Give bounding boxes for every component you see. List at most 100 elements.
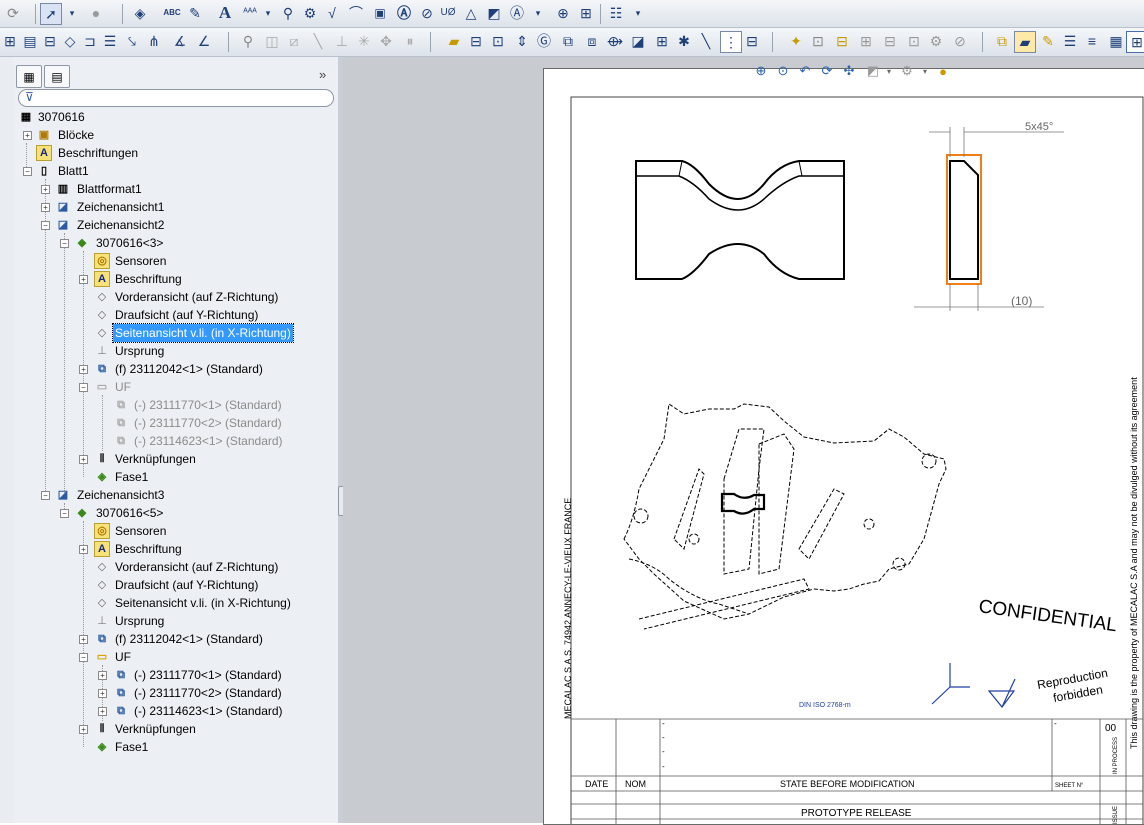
asterisk-icon[interactable]: ✳: [354, 31, 374, 51]
previous-view-icon[interactable]: ↶: [796, 62, 814, 80]
line-icon[interactable]: ╲: [308, 31, 328, 51]
link-icon[interactable]: ⊘: [950, 31, 970, 51]
tree-filter-input[interactable]: ⊽: [18, 89, 334, 107]
revision-symbol-icon[interactable]: △: [461, 3, 481, 23]
hide-edge-icon[interactable]: ▦: [1106, 31, 1126, 51]
expand-icon[interactable]: +: [79, 275, 88, 284]
circle-icon[interactable]: ●: [86, 3, 106, 23]
select-arrow-icon[interactable]: ➚: [40, 3, 62, 25]
expand-icon[interactable]: +: [41, 203, 50, 212]
magnet-icon[interactable]: ⚲: [238, 31, 258, 51]
line-color-icon[interactable]: ✎: [1038, 31, 1058, 51]
line-thickness-icon[interactable]: ☰: [1060, 31, 1080, 51]
expand-icon[interactable]: +: [98, 707, 107, 716]
expand-icon[interactable]: +: [23, 131, 32, 140]
collapse-panel-icon[interactable]: »: [319, 67, 326, 82]
layout-icon[interactable]: ⊞: [856, 31, 876, 51]
expand-icon[interactable]: +: [79, 545, 88, 554]
sheet-format-icon[interactable]: ⊟: [832, 31, 852, 51]
split-icon[interactable]: ⋔: [144, 31, 164, 51]
dropdown-arrow-icon[interactable]: ▾: [916, 62, 934, 80]
expand-icon[interactable]: +: [79, 455, 88, 464]
broken-out-icon[interactable]: ⧉: [558, 31, 578, 51]
side-view[interactable]: [946, 154, 982, 285]
display-style-icon[interactable]: ⚙: [898, 62, 916, 80]
diamond-icon[interactable]: ◇: [60, 31, 80, 51]
drawing-sheet[interactable]: 5x45° (10) MECALAC S.A.S. 74942 ANNECY-L…: [543, 68, 1144, 825]
layer-icon[interactable]: ◫: [262, 31, 282, 51]
balloon-icon[interactable]: ⚲: [278, 3, 298, 23]
layer-properties-icon[interactable]: ⧉: [992, 31, 1012, 51]
color-display-icon[interactable]: ⊞: [1126, 31, 1144, 53]
expand-icon[interactable]: +: [98, 689, 107, 698]
alternate-position-icon[interactable]: ◪: [628, 31, 648, 51]
section-view-icon[interactable]: ⇕: [512, 31, 532, 51]
collapse-icon[interactable]: −: [79, 653, 88, 662]
pause-icon[interactable]: ⏸: [400, 31, 420, 51]
expand-icon[interactable]: +: [98, 671, 107, 680]
break-icon[interactable]: ⧈: [582, 31, 602, 51]
isometric-view[interactable]: [623, 403, 947, 630]
cursor-text-icon[interactable]: ⋮: [720, 31, 742, 53]
front-view[interactable]: [635, 160, 845, 280]
dropdown-arrow-icon[interactable]: ▾: [528, 3, 548, 23]
settings-icon[interactable]: ⚙: [926, 31, 946, 51]
projected-view-icon[interactable]: ⊟: [466, 31, 486, 51]
bracket-icon[interactable]: ⊐: [80, 31, 100, 51]
rotate-icon[interactable]: ⟳: [818, 62, 836, 80]
center-mark-icon[interactable]: ⊕: [553, 3, 573, 23]
expand-icon[interactable]: +: [79, 365, 88, 374]
crop-view-icon[interactable]: ⟴: [605, 31, 625, 51]
new-sheet-icon[interactable]: ✦: [786, 31, 806, 51]
weld-symbol-icon[interactable]: ⌒: [346, 3, 366, 23]
dropdown-arrow-icon[interactable]: ▾: [62, 3, 82, 23]
table-icon[interactable]: ☷: [606, 3, 626, 23]
collapse-icon[interactable]: −: [41, 491, 50, 500]
trim-icon[interactable]: ⤥: [122, 31, 142, 51]
star-icon[interactable]: ✱: [674, 31, 694, 51]
feature-manager-tab[interactable]: ▦: [16, 65, 42, 88]
zoom-to-fit-icon[interactable]: ⊕: [752, 62, 770, 80]
spell-check-icon[interactable]: ABC: [162, 3, 182, 23]
lock-icon[interactable]: ⊟: [880, 31, 900, 51]
pan-icon[interactable]: ✣: [840, 62, 858, 80]
grid-icon[interactable]: ▤: [20, 31, 40, 51]
smart-dimension-icon[interactable]: ◈: [130, 3, 150, 23]
collapse-icon[interactable]: −: [60, 509, 69, 518]
block-icon[interactable]: Ⓐ: [507, 3, 527, 23]
expand-icon[interactable]: +: [41, 185, 50, 194]
area-hatch-icon[interactable]: ◩: [484, 3, 504, 23]
collapse-icon[interactable]: −: [41, 221, 50, 230]
diagonal-line-icon[interactable]: ╲: [696, 31, 716, 51]
fix-icon[interactable]: ⊟: [40, 31, 60, 51]
line-style-icon[interactable]: ≡: [1082, 31, 1102, 51]
angle-icon[interactable]: ∡: [170, 31, 190, 51]
align-icon[interactable]: ⊞: [0, 31, 20, 51]
note-icon[interactable]: A: [215, 3, 235, 23]
auxiliary-view-icon[interactable]: ⊡: [488, 31, 508, 51]
stack-icon[interactable]: ☰: [100, 31, 120, 51]
rebuild-icon[interactable]: ⟳: [3, 3, 23, 23]
dropdown-arrow-icon[interactable]: ▾: [880, 62, 898, 80]
surface-finish-icon[interactable]: √: [322, 3, 342, 23]
chamfer-dimension[interactable]: 5x45°: [929, 121, 1064, 157]
format-painter-icon[interactable]: ✎: [185, 3, 205, 23]
layer-visible-icon[interactable]: ▰: [1014, 31, 1036, 53]
appearance-icon[interactable]: ●: [934, 62, 952, 80]
property-manager-tab[interactable]: ▤: [44, 65, 70, 88]
arc-icon[interactable]: ∠: [194, 31, 214, 51]
gtol-icon[interactable]: ▣: [370, 3, 390, 23]
hole-callout-icon[interactable]: UØ: [438, 3, 458, 23]
collapse-icon[interactable]: −: [60, 239, 69, 248]
auto-balloon-icon[interactable]: ⚙: [300, 3, 320, 23]
datum-target-icon[interactable]: ⊘: [417, 3, 437, 23]
collapse-icon[interactable]: −: [23, 167, 32, 176]
centerline-icon[interactable]: ⊞: [576, 3, 596, 23]
detail-view-icon[interactable]: Ⓖ: [534, 31, 554, 51]
datum-feature-icon[interactable]: Ⓐ: [394, 3, 414, 23]
bom-icon[interactable]: ⊡: [904, 31, 924, 51]
move-icon[interactable]: ✥: [376, 31, 396, 51]
expand-icon[interactable]: +: [79, 635, 88, 644]
hatch-icon[interactable]: ⧄: [284, 31, 304, 51]
collapse-icon[interactable]: −: [79, 383, 88, 392]
